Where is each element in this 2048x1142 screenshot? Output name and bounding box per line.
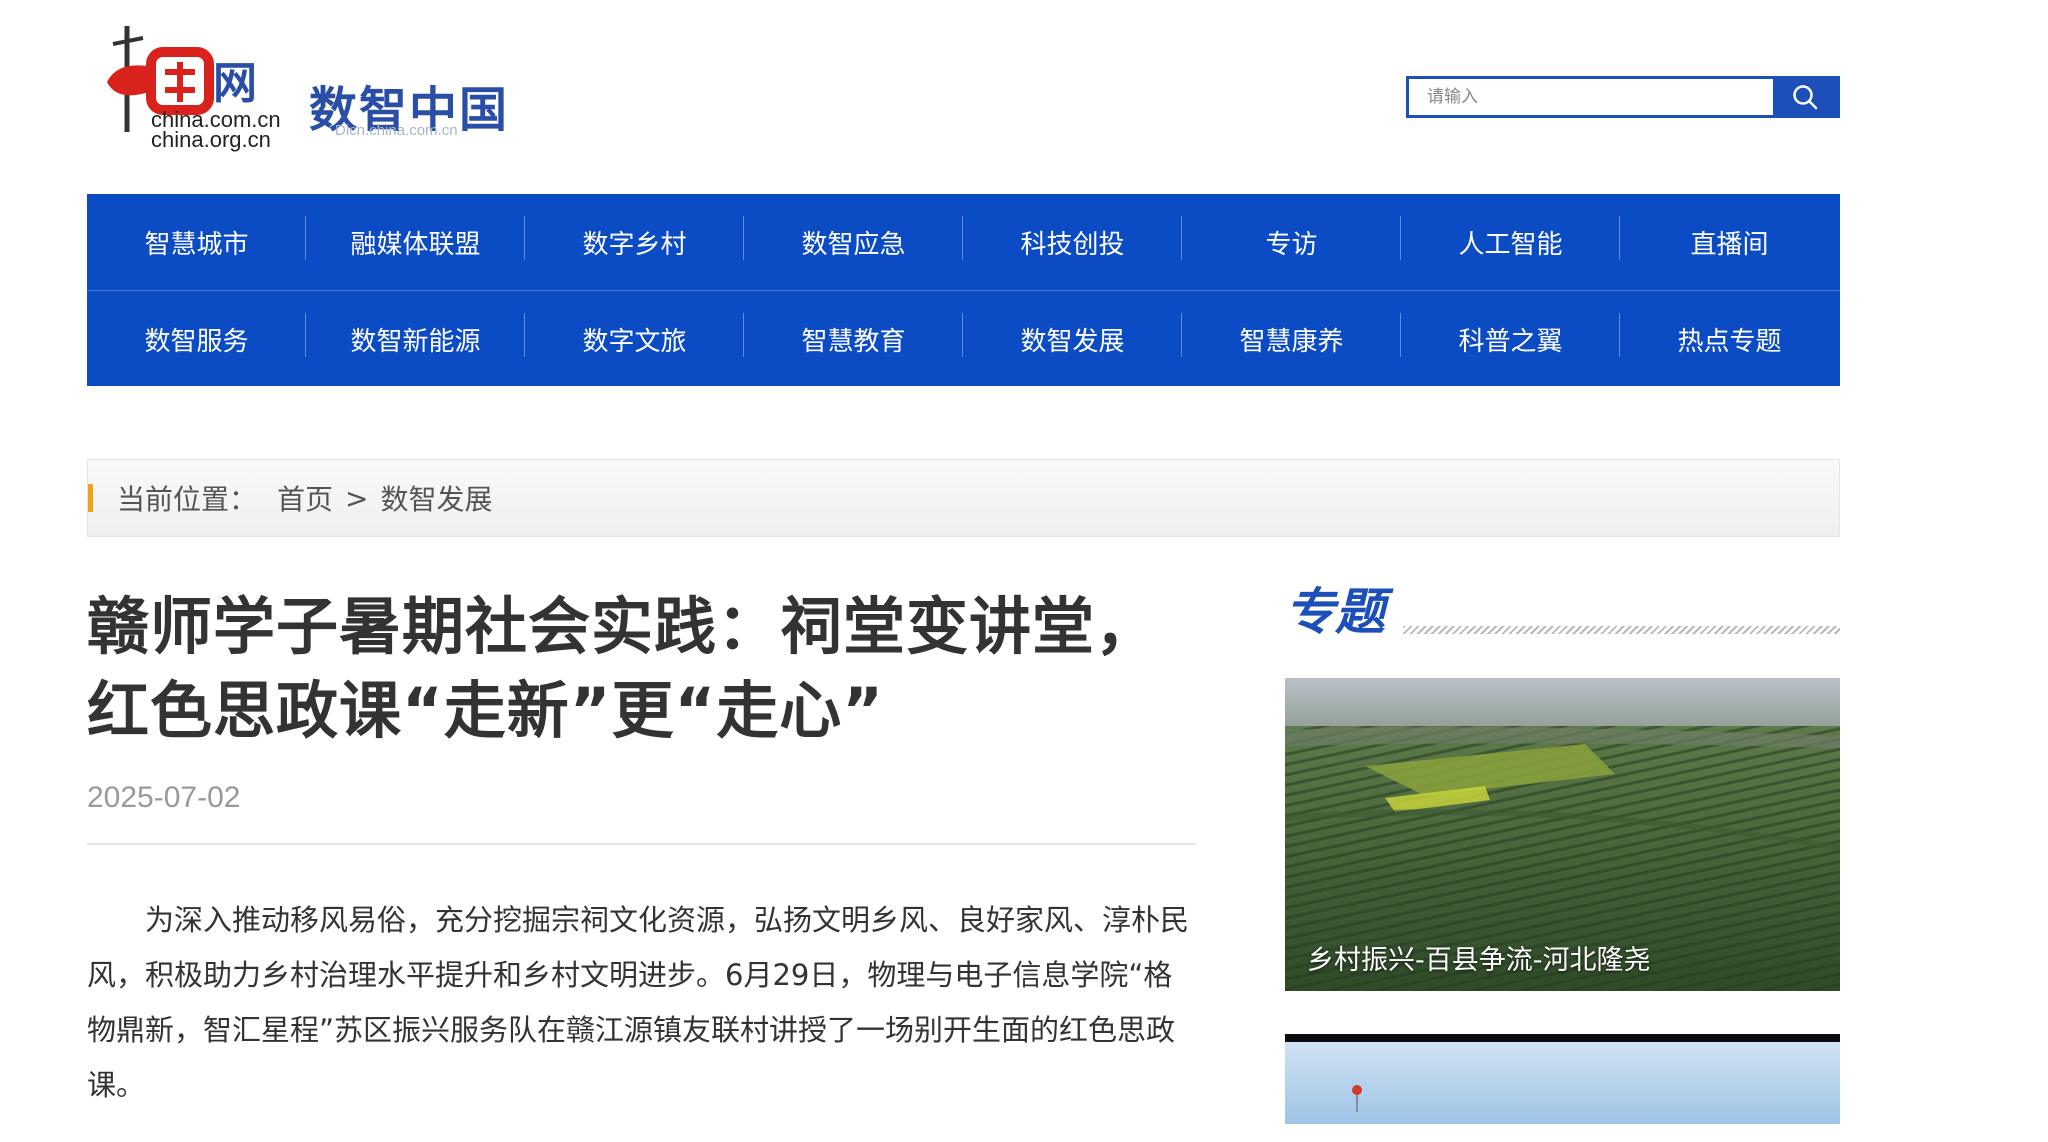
- nav-item-development[interactable]: 数智发展: [963, 312, 1182, 358]
- topic-card[interactable]: 乡村振兴-百县争流-河北隆尧: [1285, 678, 1840, 991]
- search-input[interactable]: [1409, 79, 1773, 115]
- main-nav: 智慧城市 融媒体联盟 数字乡村 数智应急 科技创投 专访 人工智能 直播间 数智…: [87, 194, 1840, 386]
- sidebar-title: 专题: [1285, 583, 1385, 641]
- sidebar-header: 专题: [1285, 580, 1840, 640]
- nav-item-science[interactable]: 科普之翼: [1401, 312, 1620, 358]
- topic-card-2[interactable]: [1285, 1034, 1840, 1124]
- nav-row-2: 数智服务 数智新能源 数字文旅 智慧教育 数智发展 智慧康养 科普之翼 热点专题: [87, 290, 1840, 387]
- nav-item-culture-tourism[interactable]: 数字文旅: [525, 312, 744, 358]
- search-icon: [1793, 85, 1818, 110]
- nav-item-digital-village[interactable]: 数字乡村: [525, 215, 744, 261]
- breadcrumb-marker: [88, 484, 93, 512]
- nav-item-hot-topics[interactable]: 热点专题: [1620, 321, 1839, 358]
- nav-item-services[interactable]: 数智服务: [87, 312, 306, 358]
- svg-text:网: 网: [213, 58, 257, 109]
- nav-item-live[interactable]: 直播间: [1620, 224, 1839, 261]
- breadcrumb-current-link[interactable]: 数智发展: [381, 478, 493, 518]
- article-date: 2025-07-02: [87, 781, 241, 814]
- logo-domain-2: china.org.cn: [151, 127, 271, 152]
- breadcrumb-separator: >: [345, 481, 369, 515]
- article-title: 赣师学子暑期社会实践：祠堂变讲堂，红色思政课“走新”更“走心”: [87, 590, 1159, 747]
- article-divider: [87, 843, 1196, 845]
- site-subtitle: Dicn.china.com.cn: [335, 122, 458, 139]
- topic-card-2-image: [1285, 1034, 1840, 1124]
- nav-row-1: 智慧城市 融媒体联盟 数字乡村 数智应急 科技创投 专访 人工智能 直播间: [87, 194, 1840, 290]
- search-box: [1406, 76, 1840, 118]
- breadcrumb-label: 当前位置：: [117, 483, 258, 516]
- nav-item-smart-city[interactable]: 智慧城市: [87, 215, 306, 261]
- nav-item-new-energy[interactable]: 数智新能源: [306, 312, 525, 358]
- china-net-logo[interactable]: 网 china.com.cn china.org.cn: [87, 22, 287, 158]
- topic-card-caption[interactable]: 乡村振兴-百县争流-河北隆尧: [1307, 938, 1651, 977]
- nav-item-ai[interactable]: 人工智能: [1401, 215, 1620, 261]
- search-button[interactable]: [1773, 79, 1837, 115]
- nav-item-interview[interactable]: 专访: [1182, 215, 1401, 261]
- site-header: 网 china.com.cn china.org.cn 数智中国 Dicn.ch…: [87, 0, 1840, 190]
- nav-item-health[interactable]: 智慧康养: [1182, 312, 1401, 358]
- article-paragraph: 为深入推动移风易俗，充分挖掘宗祠文化资源，弘扬文明乡风、良好家风、淳朴民风，积极…: [87, 903, 1190, 1102]
- breadcrumb: 当前位置： 首页 > 数智发展: [87, 459, 1840, 537]
- nav-item-education[interactable]: 智慧教育: [744, 312, 963, 358]
- nav-item-media-alliance[interactable]: 融媒体联盟: [306, 215, 525, 261]
- sidebar-title-rule: [1403, 626, 1840, 634]
- article: 赣师学子暑期社会实践：祠堂变讲堂，红色思政课“走新”更“走心” 2025-07-…: [87, 585, 1196, 1142]
- nav-item-tech-venture[interactable]: 科技创投: [963, 215, 1182, 261]
- sidebar-topics: 专题 乡村振兴-百县争流-河北隆尧: [1285, 580, 1840, 991]
- nav-item-emergency[interactable]: 数智应急: [744, 215, 963, 261]
- breadcrumb-home-link[interactable]: 首页: [277, 478, 333, 518]
